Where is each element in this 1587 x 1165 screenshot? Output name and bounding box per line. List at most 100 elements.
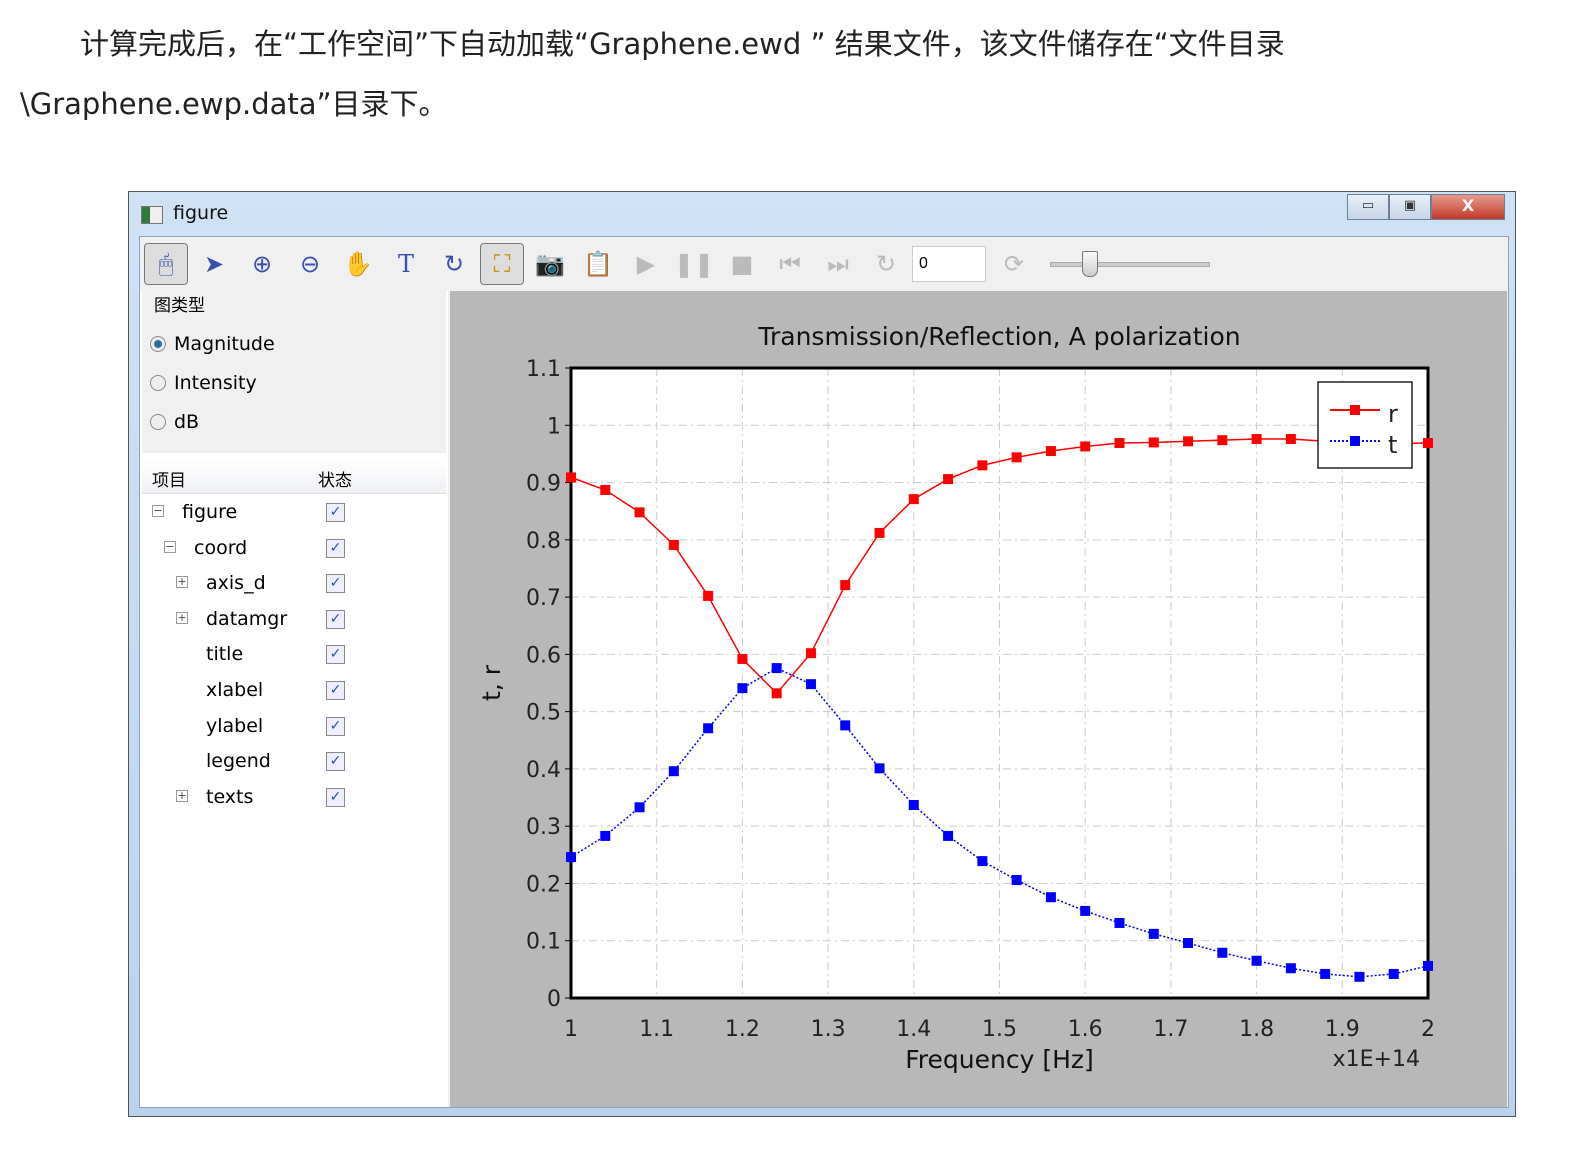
- data-point-t: [703, 723, 714, 734]
- data-point-t: [1285, 963, 1296, 974]
- tree-row-ylabel[interactable]: ylabel ✓: [140, 711, 444, 745]
- x-axis-label: Frequency [Hz]: [905, 1045, 1094, 1074]
- x-tick-label: 1.2: [725, 1017, 760, 1042]
- data-point-r: [874, 527, 885, 538]
- layout-tree-icon[interactable]: ⛶: [480, 243, 524, 285]
- x-tick-label: 1: [564, 1017, 578, 1042]
- y-tick-label: 0.6: [526, 643, 561, 668]
- pause-icon[interactable]: ❚❚: [672, 244, 716, 284]
- collapse-icon[interactable]: −: [152, 505, 164, 517]
- pan-hand-icon[interactable]: ✋: [336, 244, 380, 284]
- tree-row-texts[interactable]: + texts ✓: [140, 782, 444, 816]
- data-point-t: [771, 663, 782, 674]
- radio-intensity[interactable]: Intensity: [150, 372, 257, 394]
- y-tick-label: 0.1: [526, 930, 561, 955]
- data-point-t: [977, 856, 988, 867]
- radio-magnitude[interactable]: Magnitude: [150, 333, 275, 355]
- x-multiplier-label: x1E+14: [1333, 1047, 1420, 1072]
- chart[interactable]: 1 1.1 1.2 1.3 1.4 1.5 1.6 1.7 1.8 1.9 2 0 0.1 0.2 0.3 0…: [450, 291, 1507, 1107]
- x-tick-label: 1.4: [896, 1017, 931, 1042]
- zoom-out-icon[interactable]: ⊖: [288, 244, 332, 284]
- refresh-icon[interactable]: ↻: [864, 244, 908, 284]
- expand-icon[interactable]: +: [176, 789, 188, 802]
- tree-header: 项目 状态: [142, 459, 446, 494]
- radio-label: Intensity: [174, 372, 257, 394]
- column-header-status[interactable]: 状态: [318, 466, 352, 491]
- close-button[interactable]: X: [1431, 194, 1505, 220]
- tree-row-coord[interactable]: − coord ✓: [140, 533, 444, 567]
- radio-icon: [150, 375, 166, 391]
- maximize-button[interactable]: ▣: [1389, 194, 1431, 220]
- radio-selected-icon: [150, 336, 166, 352]
- expand-icon[interactable]: +: [176, 611, 188, 624]
- data-point-r: [1148, 437, 1159, 448]
- frame-slider[interactable]: [1050, 249, 1210, 279]
- data-point-t: [1251, 955, 1262, 966]
- tree-row-datamgr[interactable]: + datamgr ✓: [140, 604, 444, 638]
- tree-item-label: datamgr: [206, 607, 288, 630]
- paragraph-line-1: 计算完成后，在“工作空间”下自动加载“Graphene.ewd ” 结果文件，该…: [80, 27, 1285, 61]
- expand-icon[interactable]: +: [176, 576, 188, 589]
- mouse-mode-icon[interactable]: 🖱: [144, 243, 188, 285]
- visibility-checkbox[interactable]: ✓: [326, 787, 345, 807]
- column-header-item[interactable]: 项目: [152, 466, 186, 491]
- y-tick-label: 0.5: [526, 701, 561, 726]
- y-tick-label: 0.3: [526, 815, 561, 840]
- tree-row-figure[interactable]: − figure ✓: [140, 497, 444, 531]
- zoom-in-icon[interactable]: ⊕: [240, 244, 284, 284]
- data-point-t: [737, 683, 748, 694]
- plot-type-title: 图类型: [154, 296, 205, 316]
- pointer-icon[interactable]: ➤: [192, 244, 236, 284]
- skip-back-icon[interactable]: ⏮: [768, 244, 812, 284]
- paragraph-line-2: \Graphene.ewp.data”目录下。: [20, 87, 448, 121]
- tree-row-axis-d[interactable]: + axis_d ✓: [140, 568, 444, 602]
- data-point-t: [634, 802, 645, 813]
- data-point-t: [1388, 968, 1399, 979]
- rotate-icon[interactable]: ↻: [432, 244, 476, 284]
- data-point-r: [1080, 441, 1091, 452]
- tree-item-label: texts: [206, 785, 254, 808]
- visibility-checkbox[interactable]: ✓: [326, 645, 345, 665]
- loop-icon[interactable]: ⟳: [992, 244, 1036, 284]
- text-icon[interactable]: T: [384, 244, 428, 284]
- tree-row-title[interactable]: title ✓: [140, 639, 444, 673]
- frame-input[interactable]: [912, 246, 986, 282]
- visibility-checkbox[interactable]: ✓: [326, 609, 345, 629]
- visibility-checkbox[interactable]: ✓: [326, 716, 345, 736]
- tree-row-xlabel[interactable]: xlabel ✓: [140, 675, 444, 709]
- title-bar[interactable]: figure ▭ ▣ X: [129, 192, 1515, 236]
- data-point-r: [1045, 446, 1056, 457]
- data-point-t: [1045, 892, 1056, 903]
- data-point-t: [668, 766, 679, 777]
- stop-icon[interactable]: ■: [720, 244, 764, 284]
- visibility-checkbox[interactable]: ✓: [326, 574, 345, 594]
- collapse-icon[interactable]: −: [164, 540, 176, 553]
- visibility-checkbox[interactable]: ✓: [326, 538, 345, 558]
- clipboard-camera-icon[interactable]: 📋: [576, 244, 620, 284]
- x-tick-label: 1.7: [1153, 1017, 1188, 1042]
- camera-icon[interactable]: 📷: [528, 244, 572, 284]
- data-point-r: [737, 653, 748, 664]
- play-icon[interactable]: ▶: [624, 244, 668, 284]
- x-tick-label: 1.9: [1325, 1017, 1360, 1042]
- legend-label-r: r: [1388, 400, 1398, 428]
- legend-marker-t: [1350, 436, 1360, 446]
- data-point-r: [1011, 452, 1022, 463]
- data-point-r: [600, 484, 611, 495]
- slider-thumb[interactable]: [1082, 251, 1098, 277]
- tree-row-legend[interactable]: legend ✓: [140, 746, 444, 780]
- minimize-button[interactable]: ▭: [1347, 194, 1389, 220]
- skip-forward-icon[interactable]: ⏭: [816, 244, 860, 284]
- legend-box: [1317, 381, 1413, 469]
- tree-item-label: title: [206, 643, 244, 666]
- y-tick-label: 0.4: [526, 758, 561, 783]
- visibility-checkbox[interactable]: ✓: [326, 752, 345, 772]
- data-point-t: [874, 763, 885, 774]
- data-point-r: [668, 539, 679, 550]
- data-point-r: [634, 507, 645, 518]
- data-point-t: [1011, 875, 1022, 886]
- tree-item-label: legend: [206, 750, 271, 773]
- radio-db[interactable]: dB: [150, 411, 199, 433]
- visibility-checkbox[interactable]: ✓: [326, 681, 345, 700]
- visibility-checkbox[interactable]: ✓: [326, 503, 345, 522]
